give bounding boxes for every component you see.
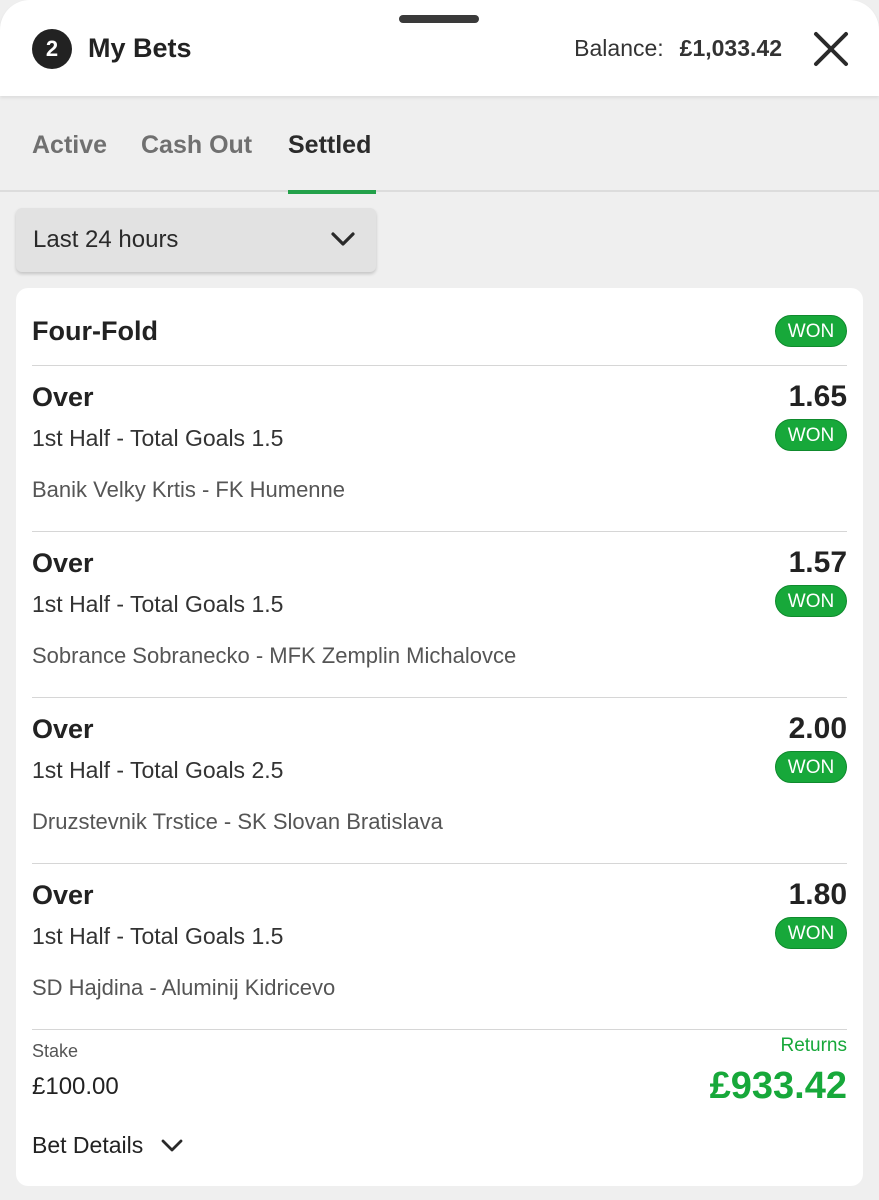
bet-details-toggle[interactable]: Bet Details — [32, 1132, 183, 1159]
selection-status-badge: WON — [775, 585, 847, 617]
selection-pick: Over — [32, 548, 94, 578]
selection-market: 1st Half - Total Goals 1.5 — [32, 425, 284, 451]
selection-pick: Over — [32, 382, 94, 412]
page-title: My Bets — [88, 33, 192, 63]
bet-card: Four-Fold WON Over 1.65 1st Half - Total… — [16, 288, 863, 1186]
selection-odds: 1.57 — [788, 546, 847, 579]
selection-market: 1st Half - Total Goals 1.5 — [32, 923, 284, 949]
bet-card-header: Four-Fold WON — [32, 288, 847, 366]
selection-event: Druzstevnik Trstice - SK Slovan Bratisla… — [32, 809, 443, 834]
bet-details-label: Bet Details — [32, 1132, 144, 1158]
balance-display: Balance: £1,033.42 — [574, 35, 782, 62]
selection-row: Over 1.57 1st Half - Total Goals 1.5 WON… — [32, 532, 847, 698]
selection-status-badge: WON — [775, 419, 847, 451]
selection-event: SD Hajdina - Aluminij Kidricevo — [32, 975, 336, 1000]
selection-market: 1st Half - Total Goals 2.5 — [32, 757, 284, 783]
returns-value: £933.42 — [709, 1065, 847, 1107]
selection-pick: Over — [32, 714, 94, 744]
sheet-grabber-handle[interactable] — [399, 15, 479, 23]
chevron-down-icon — [330, 230, 356, 253]
selection-row: Over 1.80 1st Half - Total Goals 1.5 WON… — [32, 864, 847, 1030]
time-filter-value: Last 24 hours — [33, 226, 179, 253]
tab-settled[interactable]: Settled — [288, 96, 376, 194]
time-filter-dropdown[interactable]: Last 24 hours — [16, 208, 376, 272]
selection-pick: Over — [32, 880, 94, 910]
top-bar: 2 My Bets Balance: £1,033.42 — [0, 0, 879, 96]
selection-status-badge: WON — [775, 751, 847, 783]
selection-odds: 1.65 — [788, 380, 847, 413]
tab-active[interactable]: Active — [32, 96, 107, 192]
bet-summary: Stake £100.00 Returns £933.42 Bet Detail… — [32, 1024, 847, 1186]
bet-count-badge: 2 — [32, 29, 72, 69]
selection-row: Over 1.65 1st Half - Total Goals 1.5 WON… — [32, 366, 847, 532]
selection-market: 1st Half - Total Goals 1.5 — [32, 591, 284, 617]
selection-odds: 1.80 — [788, 878, 847, 911]
selection-status-badge: WON — [775, 917, 847, 949]
selection-event: Sobrance Sobranecko - MFK Zemplin Michal… — [32, 643, 517, 668]
balance-value: £1,033.42 — [679, 35, 782, 61]
stake-value: £100.00 — [32, 1073, 119, 1100]
returns-label: Returns — [780, 1035, 847, 1056]
balance-label: Balance: — [574, 35, 664, 61]
bet-tabs: Active Cash Out Settled — [0, 96, 879, 194]
selection-odds: 2.00 — [788, 712, 847, 745]
chevron-down-icon — [161, 1132, 183, 1159]
selection-row: Over 2.00 1st Half - Total Goals 2.5 WON… — [32, 698, 847, 864]
selection-event: Banik Velky Krtis - FK Humenne — [32, 477, 346, 502]
stake-label: Stake — [32, 1041, 79, 1061]
bet-type: Four-Fold — [32, 316, 158, 346]
close-icon[interactable] — [812, 30, 850, 68]
bet-status-badge: WON — [775, 315, 847, 347]
tab-cash-out[interactable]: Cash Out — [141, 96, 252, 192]
